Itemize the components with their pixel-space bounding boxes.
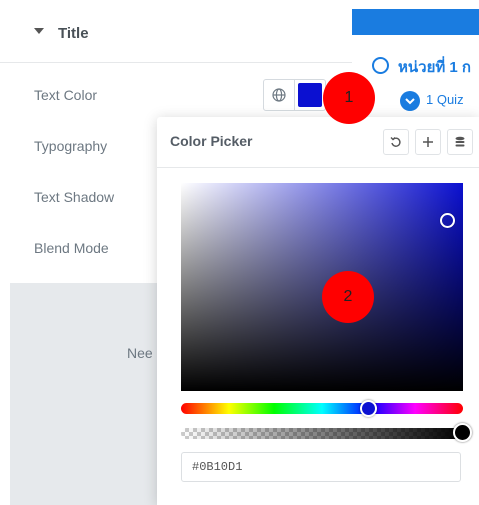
text-color-swatch[interactable] — [295, 79, 326, 111]
hue-handle[interactable] — [360, 400, 377, 417]
chevron-down-icon[interactable] — [400, 91, 420, 111]
saturation-handle[interactable] — [440, 213, 455, 228]
reset-button[interactable] — [383, 129, 409, 155]
swatch-fill — [298, 83, 322, 107]
opacity-handle[interactable] — [453, 423, 472, 442]
preview-top-bar — [352, 9, 479, 35]
globe-icon — [272, 88, 286, 102]
lesson-title[interactable]: หน่วยที่ 1 ก — [398, 55, 471, 79]
badge-number: 2 — [343, 288, 353, 305]
hue-slider[interactable] — [181, 403, 463, 414]
notice-text: Nee — [127, 345, 153, 361]
global-colors-list-button[interactable] — [447, 129, 473, 155]
annotation-badge-1: 1 — [323, 72, 375, 124]
add-color-button[interactable] — [415, 129, 441, 155]
section-title: Title — [58, 25, 89, 42]
blend-mode-label[interactable]: Blend Mode — [34, 240, 109, 256]
text-shadow-label[interactable]: Text Shadow — [34, 189, 114, 205]
lesson-circle-icon — [372, 57, 389, 74]
picker-title: Color Picker — [170, 133, 253, 149]
section-header-title[interactable]: Title — [0, 0, 352, 63]
saturation-area[interactable] — [181, 183, 463, 391]
text-color-label: Text Color — [34, 87, 98, 103]
picker-header: Color Picker — [157, 117, 479, 168]
plus-icon — [423, 137, 433, 147]
database-icon — [455, 136, 465, 147]
color-picker-popover: Color Picker — [157, 117, 479, 505]
annotation-badge-2: 2 — [322, 271, 374, 323]
badge-number: 1 — [344, 89, 354, 106]
quiz-label[interactable]: 1 Quiz — [426, 92, 464, 107]
reset-icon — [390, 137, 401, 147]
typography-label[interactable]: Typography — [34, 138, 107, 154]
global-colors-button[interactable] — [263, 79, 295, 111]
opacity-slider[interactable] — [181, 428, 463, 439]
hex-input[interactable] — [181, 452, 461, 482]
caret-down-icon[interactable] — [34, 28, 44, 34]
